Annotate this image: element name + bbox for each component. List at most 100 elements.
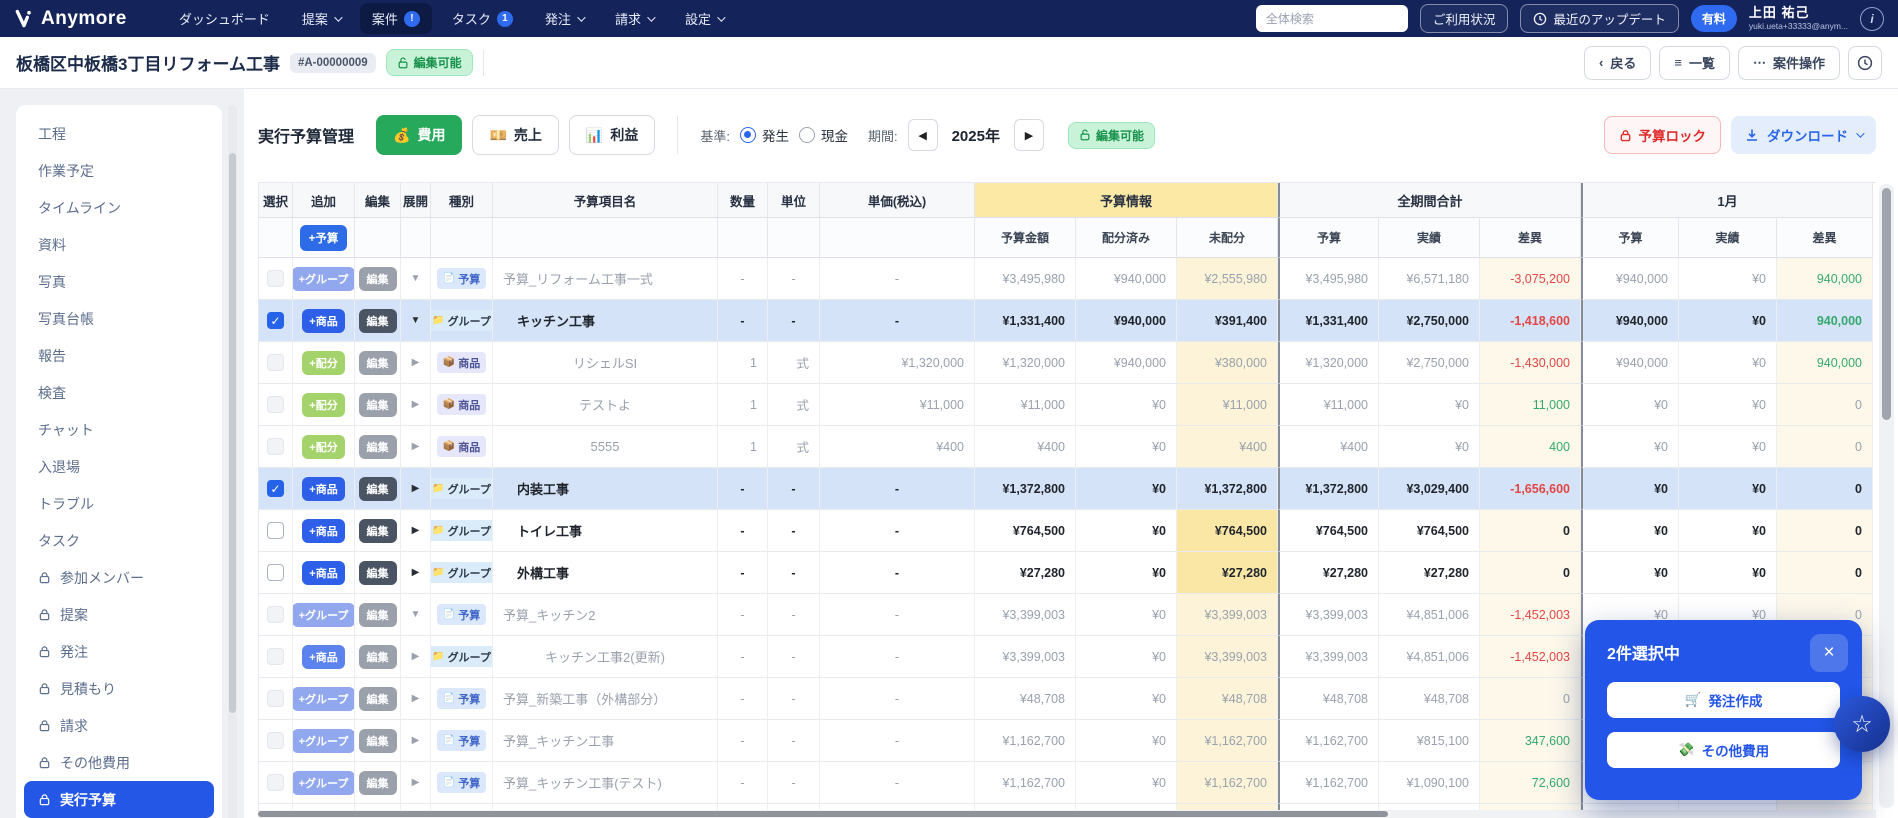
tab-cost[interactable]: 💰 費用 <box>376 115 463 155</box>
row-edit-button[interactable]: 編集 <box>358 686 397 711</box>
usage-button[interactable]: ご利用状況 <box>1419 4 1509 33</box>
row-edit-button[interactable]: 編集 <box>358 728 397 753</box>
case-actions-button[interactable]: ⋯ 案件操作 <box>1737 45 1840 80</box>
row-add-button[interactable]: +商品 <box>302 518 345 543</box>
row-checkbox[interactable] <box>267 732 284 749</box>
row-add-button[interactable]: +グループ <box>293 770 354 795</box>
expand-toggle[interactable]: ▶ <box>412 525 420 536</box>
row-checkbox[interactable]: ✓ <box>267 480 284 497</box>
sidebar-item[interactable]: その他費用 <box>24 744 214 781</box>
add-budget-button[interactable]: +予算 <box>299 224 348 251</box>
row-checkbox[interactable] <box>267 354 284 371</box>
row-edit-button[interactable]: 編集 <box>358 350 397 375</box>
row-add-button[interactable]: +商品 <box>302 560 345 585</box>
table-horizontal-scrollbar[interactable] <box>258 810 1876 818</box>
row-checkbox[interactable] <box>267 270 284 287</box>
table-vertical-scrollbar-thumb[interactable] <box>1882 188 1891 420</box>
row-edit-button[interactable]: 編集 <box>358 308 397 333</box>
nav-item[interactable]: 案件 ! <box>359 3 432 34</box>
favorite-fab[interactable]: ☆ <box>1834 696 1890 752</box>
sidebar-item[interactable]: 報告 <box>24 337 214 374</box>
search-input[interactable] <box>1255 5 1408 32</box>
row-checkbox[interactable] <box>267 564 284 581</box>
row-checkbox[interactable] <box>267 396 284 413</box>
row-checkbox[interactable]: ✓ <box>267 312 284 329</box>
sidebar-item[interactable]: 請求 <box>24 707 214 744</box>
expand-toggle[interactable]: ▶ <box>412 357 420 368</box>
expand-toggle[interactable]: ▼ <box>411 273 421 284</box>
expand-toggle[interactable]: ▶ <box>412 735 420 746</box>
tab-sales[interactable]: 💴 売上 <box>472 115 559 155</box>
nav-item[interactable]: 提案 <box>290 3 352 34</box>
row-add-button[interactable]: +グループ <box>293 728 354 753</box>
nav-item[interactable]: ダッシュボード <box>167 3 282 34</box>
create-order-button[interactable]: 🛒 発注作成 <box>1607 682 1840 718</box>
expand-toggle[interactable]: ▶ <box>412 567 420 578</box>
row-add-button[interactable]: +商品 <box>302 308 345 333</box>
expand-toggle[interactable]: ▶ <box>412 441 420 452</box>
sidebar-item[interactable]: 写真 <box>24 263 214 300</box>
row-add-button[interactable]: +グループ <box>293 602 354 627</box>
sidebar-item[interactable]: 工程 <box>24 115 214 152</box>
expand-toggle[interactable]: ▶ <box>412 777 420 788</box>
sidebar-scrollbar[interactable] <box>228 105 237 818</box>
row-add-button[interactable]: +商品 <box>302 476 345 501</box>
download-button[interactable]: ダウンロード <box>1731 116 1876 154</box>
row-edit-button[interactable]: 編集 <box>358 518 397 543</box>
row-edit-button[interactable]: 編集 <box>358 434 397 459</box>
info-icon[interactable]: i <box>1860 6 1884 31</box>
history-button[interactable] <box>1848 45 1882 80</box>
expand-toggle[interactable]: ▶ <box>412 399 420 410</box>
budget-lock-button[interactable]: 予算ロック <box>1603 116 1721 154</box>
sidebar-item[interactable]: 提案 <box>24 596 214 633</box>
close-icon[interactable]: × <box>1810 634 1848 672</box>
next-year-button[interactable]: ▶ <box>1013 119 1044 151</box>
row-edit-button[interactable]: 編集 <box>358 560 397 585</box>
sidebar-item[interactable]: タスク <box>24 522 214 559</box>
sidebar-item[interactable]: トラブル <box>24 485 214 522</box>
sidebar-scrollbar-thumb[interactable] <box>229 153 236 713</box>
radio-accrual[interactable]: 発生 <box>739 125 789 145</box>
row-edit-button[interactable]: 編集 <box>358 770 397 795</box>
expand-toggle[interactable]: ▶ <box>412 483 420 494</box>
row-add-button[interactable]: +配分 <box>302 350 345 375</box>
row-checkbox[interactable] <box>267 438 284 455</box>
row-edit-button[interactable]: 編集 <box>358 476 397 501</box>
row-add-button[interactable]: +グループ <box>293 266 354 291</box>
expand-toggle[interactable]: ▼ <box>411 609 421 620</box>
sidebar-item[interactable]: チャット <box>24 411 214 448</box>
prev-year-button[interactable]: ◀ <box>907 119 938 151</box>
tab-profit[interactable]: 📊 利益 <box>568 115 656 155</box>
updates-button[interactable]: 最近のアップデート <box>1520 4 1679 33</box>
other-cost-button[interactable]: 💸 その他費用 <box>1607 732 1840 768</box>
sidebar-item[interactable]: 見積もり <box>24 670 214 707</box>
row-add-button[interactable]: +配分 <box>302 392 345 417</box>
sidebar-item[interactable]: 入退場 <box>24 448 214 485</box>
user-menu[interactable]: 上田 祐己 yuki.ueta+33333@anym... <box>1749 5 1848 32</box>
expand-toggle[interactable]: ▼ <box>411 315 421 326</box>
row-edit-button[interactable]: 編集 <box>358 644 397 669</box>
radio-cash[interactable]: 現金 <box>798 125 848 145</box>
expand-toggle[interactable]: ▶ <box>412 651 420 662</box>
row-checkbox[interactable] <box>267 690 284 707</box>
sidebar-item[interactable]: 参加メンバー <box>24 559 214 596</box>
sidebar-item[interactable]: 発注 <box>24 633 214 670</box>
sidebar-item[interactable]: 検査 <box>24 374 214 411</box>
row-edit-button[interactable]: 編集 <box>358 392 397 417</box>
row-checkbox[interactable] <box>267 522 284 539</box>
nav-item[interactable]: 設定 <box>673 3 735 34</box>
list-button[interactable]: ≡ 一覧 <box>1659 45 1730 80</box>
row-add-button[interactable]: +グループ <box>293 686 354 711</box>
row-checkbox[interactable] <box>267 774 284 791</box>
table-horizontal-scrollbar-thumb[interactable] <box>258 811 1388 817</box>
sidebar-item[interactable]: 写真台帳 <box>24 300 214 337</box>
row-checkbox[interactable] <box>267 606 284 623</box>
nav-item[interactable]: 請求 <box>603 3 665 34</box>
brand[interactable]: Anymore <box>14 8 127 30</box>
row-checkbox[interactable] <box>267 648 284 665</box>
sidebar-item[interactable]: 作業予定 <box>24 152 214 189</box>
row-edit-button[interactable]: 編集 <box>358 602 397 627</box>
sidebar-item[interactable]: 資料 <box>24 226 214 263</box>
expand-toggle[interactable]: ▶ <box>412 693 420 704</box>
row-edit-button[interactable]: 編集 <box>358 266 397 291</box>
